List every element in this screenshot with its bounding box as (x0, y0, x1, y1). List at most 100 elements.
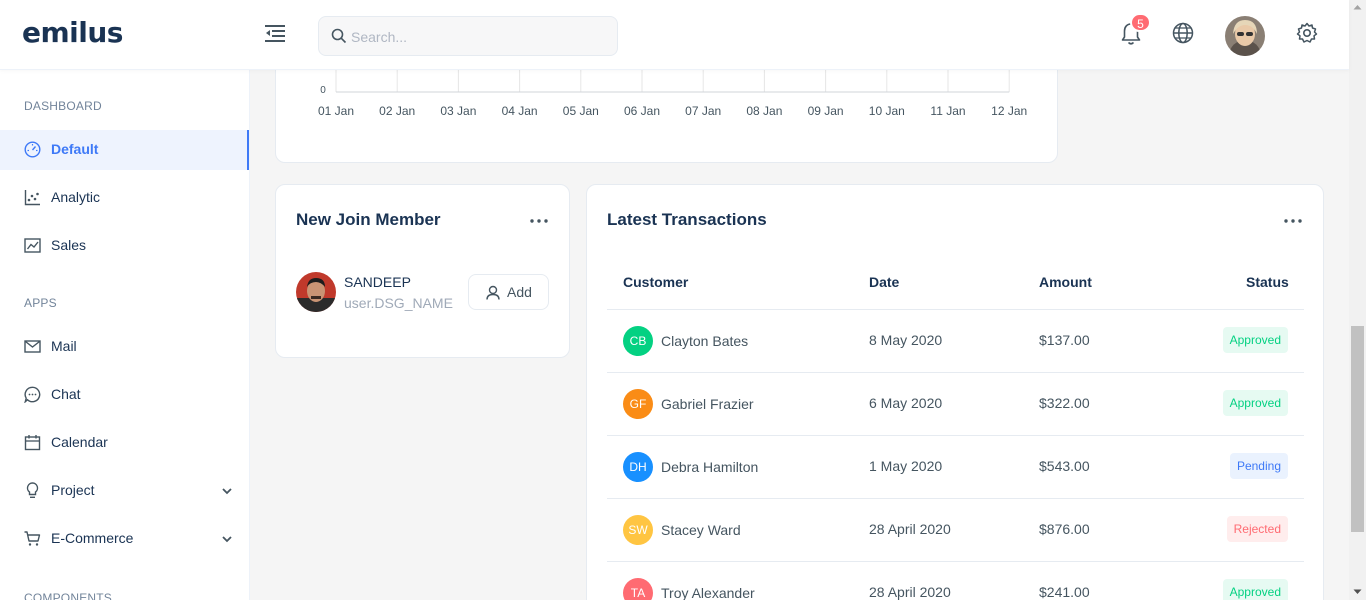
transaction-amount: $241.00 (1039, 584, 1090, 600)
member-avatar (296, 272, 336, 312)
sidebar-section-apps: APPS (24, 296, 57, 310)
table-row[interactable]: CB Clayton Bates 8 May 2020 $137.00 Appr… (607, 309, 1304, 372)
chart-x-tick-label: 04 Jan (502, 104, 538, 118)
chart-y-tick-label: 0 (320, 85, 326, 96)
sidebar-item-chat[interactable]: Chat (0, 375, 249, 415)
status-badge: Rejected (1226, 516, 1288, 542)
customer-name: Clayton Bates (661, 333, 749, 349)
customer-avatar: SW (623, 515, 653, 545)
scroll-down-arrow-icon[interactable] (1353, 589, 1362, 595)
sidebar-item-label: Sales (51, 237, 87, 253)
add-button-label: Add (507, 284, 532, 300)
new-member-card: New Join Member SANDEEP user.DSG_NAME Ad… (275, 184, 570, 358)
chart-x-tick-label: 10 Jan (869, 104, 905, 118)
sidebar-item-label: Calendar (51, 434, 108, 450)
chart-x-tick-label: 08 Jan (746, 104, 782, 118)
sidebar: DASHBOARD Default Analytic Sales APPS Ma… (0, 70, 250, 600)
line-chart-icon (24, 238, 41, 253)
transaction-date: 8 May 2020 (869, 332, 943, 348)
status-badge: Approved (1222, 327, 1288, 353)
search-input[interactable] (351, 26, 606, 48)
cart-icon (24, 531, 41, 546)
transaction-date: 1 May 2020 (869, 458, 943, 474)
bulb-icon (26, 482, 39, 499)
customer-avatar: CB (623, 326, 653, 356)
table-row[interactable]: GF Gabriel Frazier 6 May 2020 $322.00 Ap… (607, 372, 1304, 435)
mail-icon (24, 340, 41, 353)
customer-name: Stacey Ward (661, 522, 741, 538)
transaction-amount: $876.00 (1039, 521, 1090, 537)
transaction-amount: $543.00 (1039, 458, 1090, 474)
transaction-date: 6 May 2020 (869, 395, 943, 411)
sidebar-item-label: Chat (51, 386, 81, 402)
sidebar-item-label: E-Commerce (51, 530, 134, 546)
sidebar-item-label: Default (51, 141, 99, 157)
chevron-down-icon (222, 536, 232, 543)
table-row[interactable]: SW Stacey Ward 28 April 2020 $876.00 Rej… (607, 498, 1304, 561)
customer-name: Debra Hamilton (661, 459, 759, 475)
transaction-amount: $322.00 (1039, 395, 1090, 411)
status-badge: Pending (1229, 453, 1288, 479)
transaction-amount: $137.00 (1039, 332, 1090, 348)
chart-x-tick-label: 06 Jan (624, 104, 660, 118)
card-title: Latest Transactions (607, 210, 767, 229)
transaction-date: 28 April 2020 (869, 584, 951, 600)
card-title: New Join Member (296, 210, 441, 229)
scrollbar-thumb[interactable] (1351, 326, 1364, 532)
column-header-amount[interactable]: Amount (1039, 274, 1092, 290)
search-icon (331, 28, 347, 44)
sidebar-item-analytic[interactable]: Analytic (0, 178, 249, 218)
status-badge: Approved (1222, 390, 1288, 416)
chart-x-tick-label: 12 Jan (991, 104, 1027, 118)
column-header-status[interactable]: Status (1246, 274, 1289, 290)
status-badge: Approved (1222, 579, 1288, 600)
member-role: user.DSG_NAME (344, 295, 453, 311)
customer-avatar: GF (623, 389, 653, 419)
customer-name: Gabriel Frazier (661, 396, 754, 412)
chart-x-tick-label: 09 Jan (808, 104, 844, 118)
sidebar-section-dashboard: DASHBOARD (24, 99, 102, 113)
member-name: SANDEEP (344, 274, 411, 290)
sidebar-item-label: Mail (51, 338, 77, 354)
top-header: emilus 5 (0, 0, 1349, 70)
user-add-icon (486, 285, 500, 300)
sidebar-item-sales[interactable]: Sales (0, 226, 249, 266)
sidebar-item-mail[interactable]: Mail (0, 327, 249, 367)
sidebar-item-default[interactable]: Default (0, 130, 249, 170)
customer-avatar: TA (623, 578, 653, 600)
sidebar-item-ecommerce[interactable]: E-Commerce (0, 519, 249, 559)
chevron-down-icon (222, 488, 232, 495)
customer-name: Troy Alexander (661, 585, 755, 600)
more-options-icon[interactable] (529, 218, 549, 224)
app-logo[interactable]: emilus (22, 16, 123, 49)
sidebar-item-project[interactable]: Project (0, 471, 249, 511)
table-row[interactable]: TA Troy Alexander 28 April 2020 $241.00 … (607, 561, 1304, 600)
add-member-button[interactable]: Add (468, 274, 549, 310)
globe-icon[interactable] (1172, 22, 1194, 44)
dashboard-icon (24, 141, 41, 158)
chart-x-tick-label: 11 Jan (930, 104, 965, 118)
page-scrollbar[interactable] (1349, 0, 1366, 600)
gear-icon[interactable] (1296, 22, 1318, 44)
more-options-icon[interactable] (1283, 218, 1303, 224)
sidebar-item-label: Analytic (51, 189, 101, 205)
scroll-up-arrow-icon[interactable] (1353, 4, 1362, 10)
notification-badge: 5 (1130, 13, 1151, 32)
user-avatar[interactable] (1225, 16, 1265, 56)
sidebar-item-calendar[interactable]: Calendar (0, 423, 249, 463)
sidebar-item-label: Project (51, 482, 95, 498)
customer-avatar: DH (623, 452, 653, 482)
chart-x-tick-label: 01 Jan (318, 104, 354, 118)
chart-x-tick-label: 05 Jan (563, 104, 599, 118)
transaction-date: 28 April 2020 (869, 521, 951, 537)
column-header-date[interactable]: Date (869, 274, 899, 290)
menu-fold-icon[interactable] (265, 24, 287, 42)
transactions-card: Latest Transactions Customer Date Amount… (586, 184, 1324, 600)
table-row[interactable]: DH Debra Hamilton 1 May 2020 $543.00 Pen… (607, 435, 1304, 498)
chat-icon (24, 386, 41, 403)
chart-x-tick-label: 02 Jan (379, 104, 415, 118)
column-header-customer[interactable]: Customer (623, 274, 688, 290)
chart-x-tick-label: 07 Jan (685, 104, 721, 118)
chart-x-tick-label: 03 Jan (440, 104, 476, 118)
dot-chart-icon (24, 190, 40, 206)
